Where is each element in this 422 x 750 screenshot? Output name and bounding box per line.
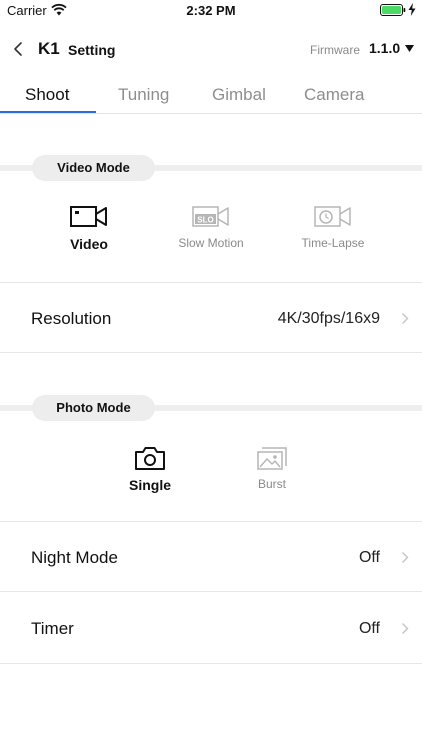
time-lapse-mode-option[interactable]: Time-Lapse: [293, 204, 373, 250]
nav-header: K1 Setting Firmware 1.1.0: [0, 30, 422, 70]
battery-icon: [380, 4, 406, 16]
back-chevron-icon[interactable]: [8, 38, 30, 60]
timer-row[interactable]: Timer Off: [0, 593, 422, 664]
tab-tuning[interactable]: Tuning: [118, 85, 169, 105]
single-photo-label: Single: [128, 477, 171, 493]
slow-motion-mode-option[interactable]: SLO Slow Motion: [170, 204, 252, 250]
video-mode-header: Video Mode: [32, 155, 155, 181]
photo-mode-header: Photo Mode: [32, 395, 155, 421]
page-title: Setting: [68, 42, 116, 58]
resolution-label: Resolution: [31, 309, 112, 328]
night-mode-row[interactable]: Night Mode Off: [0, 521, 422, 592]
device-model-label: K1: [38, 39, 60, 58]
chevron-right-icon: [402, 313, 409, 324]
resolution-row[interactable]: Resolution 4K/30fps/16x9: [0, 282, 422, 353]
video-camera-icon: [70, 206, 107, 227]
tab-camera[interactable]: Camera: [304, 85, 364, 105]
burst-photo-label: Burst: [257, 477, 286, 491]
tab-gimbal[interactable]: Gimbal: [212, 85, 266, 105]
tab-bar: Shoot Tuning Gimbal Camera: [0, 78, 422, 114]
chevron-right-icon: [402, 552, 409, 563]
resolution-value: 4K/30fps/16x9: [277, 310, 380, 327]
slow-motion-label: Slow Motion: [178, 236, 244, 250]
single-photo-option[interactable]: Single: [110, 445, 190, 493]
status-bar: Carrier 2:32 PM: [0, 0, 422, 22]
slow-motion-icon: SLO: [192, 206, 229, 227]
burst-photo-option[interactable]: Burst: [232, 445, 312, 491]
caret-down-icon[interactable]: [405, 45, 414, 52]
firmware-version-dropdown[interactable]: 1.1.0: [369, 40, 400, 56]
firmware-label: Firmware: [310, 43, 360, 57]
time-lapse-icon: [314, 206, 351, 227]
time-lapse-label: Time-Lapse: [301, 236, 365, 250]
chevron-right-icon: [402, 623, 409, 634]
timer-value: Off: [358, 620, 380, 637]
night-mode-label: Night Mode: [31, 548, 118, 567]
charging-bolt-icon: [408, 3, 416, 16]
timer-label: Timer: [31, 619, 74, 638]
night-mode-value: Off: [358, 549, 380, 566]
tab-shoot[interactable]: Shoot: [25, 85, 69, 105]
active-tab-indicator: [0, 111, 96, 113]
video-mode-option[interactable]: Video: [49, 204, 129, 252]
burst-icon: [257, 447, 287, 470]
photo-camera-icon: [135, 447, 165, 470]
status-time: 2:32 PM: [186, 3, 236, 18]
video-mode-label: Video: [70, 236, 108, 252]
slow-motion-icon-text: SLO: [197, 216, 213, 225]
